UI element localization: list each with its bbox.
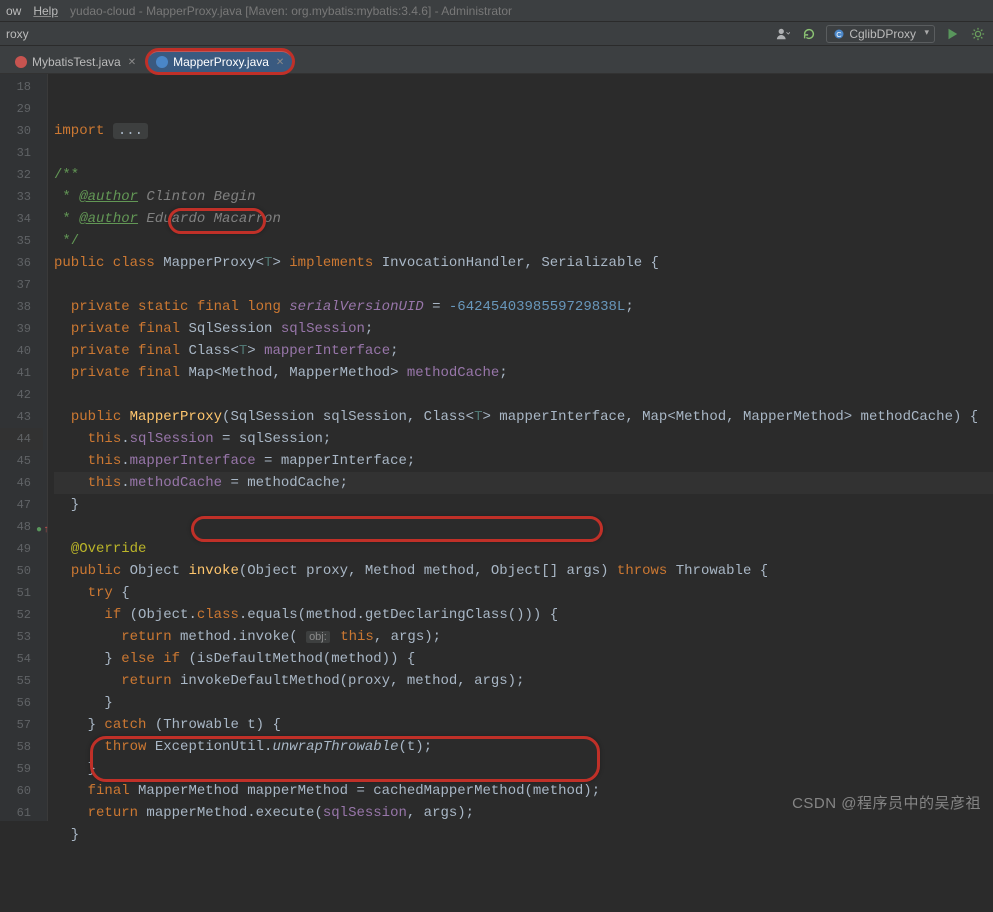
gutter: 1829303132333435363738394041424344454647… [0,74,48,821]
tab-label: MapperProxy.java [173,55,269,69]
code-line[interactable]: import ... [54,120,993,142]
line-number: 37 [0,274,43,296]
line-number: 46 [0,472,43,494]
code-line[interactable] [54,142,993,164]
code-line[interactable]: } [54,824,993,846]
code-line[interactable]: @Override [54,538,993,560]
line-number: 29 [0,98,43,120]
tab-MapperProxyjava[interactable]: MapperProxy.java ✕ [147,50,293,73]
code-line[interactable]: /** [54,164,993,186]
line-number: 52 [0,604,43,626]
file-icon [15,56,27,68]
code-area[interactable]: import ... /** * @author Clinton Begin * … [48,74,993,821]
code-line[interactable]: public Object invoke(Object proxy, Metho… [54,560,993,582]
code-line[interactable] [54,384,993,406]
code-line[interactable] [54,516,993,538]
code-line[interactable]: return method.invoke( obj: this, args); [54,626,993,648]
line-number: 49 [0,538,43,560]
line-number: 53 [0,626,43,648]
line-number: 18 [0,76,43,98]
gear-icon[interactable] [969,25,987,43]
watermark: CSDN @程序员中的吴彦祖 [792,793,981,815]
code-line[interactable]: this.sqlSession = sqlSession; [54,428,993,450]
line-number: 44 [0,428,43,450]
breadcrumb[interactable]: roxy [6,27,29,41]
line-number: 42 [0,384,43,406]
line-number: 33 [0,186,43,208]
close-icon[interactable]: ✕ [276,57,284,68]
code-line[interactable]: this.mapperInterface = mapperInterface; [54,450,993,472]
line-number: 48●↑ [0,516,43,538]
tab-MybatisTestjava[interactable]: MybatisTest.java ✕ [6,51,145,73]
run-config-select[interactable]: C CglibDProxy [826,25,935,43]
line-number: 50 [0,560,43,582]
code-line[interactable]: if (Object.class.equals(method.getDeclar… [54,604,993,626]
code-line[interactable]: * @author Eduardo Macarron [54,208,993,230]
navbar: roxy C CglibDProxy [0,22,993,46]
code-line[interactable]: private final Map<Method, MapperMethod> … [54,362,993,384]
param-hint: obj: [306,631,330,643]
editor-tabs: MybatisTest.java ✕ MapperProxy.java ✕ [0,46,993,74]
menubar: ow Help yudao-cloud - MapperProxy.java [… [0,0,993,22]
line-number: 30 [0,120,43,142]
code-line[interactable]: private static final long serialVersionU… [54,296,993,318]
line-number: 57 [0,714,43,736]
code-line[interactable]: } [54,692,993,714]
code-line[interactable]: public MapperProxy(SqlSession sqlSession… [54,406,993,428]
fold-ellipsis[interactable]: ... [113,123,148,139]
window-title: yudao-cloud - MapperProxy.java [Maven: o… [70,4,512,18]
code-line[interactable]: return invokeDefaultMethod(proxy, method… [54,670,993,692]
code-line[interactable]: public class MapperProxy<T> implements I… [54,252,993,274]
line-number: 34 [0,208,43,230]
code-line[interactable]: private final SqlSession sqlSession; [54,318,993,340]
line-number: 43 [0,406,43,428]
run-icon[interactable] [943,25,961,43]
line-number: 55 [0,670,43,692]
code-line[interactable]: } [54,758,993,780]
file-icon [156,56,168,68]
line-number: 60 [0,780,43,802]
line-number: 47 [0,494,43,516]
code-line[interactable]: try { [54,582,993,604]
editor: 1829303132333435363738394041424344454647… [0,74,993,821]
code-line[interactable]: throw ExceptionUtil.unwrapThrowable(t); [54,736,993,758]
user-drop-icon[interactable] [774,25,792,43]
code-line[interactable]: } [54,494,993,516]
line-number: 51 [0,582,43,604]
line-number: 56 [0,692,43,714]
svg-text:C: C [837,30,843,39]
code-line[interactable]: * @author Clinton Begin [54,186,993,208]
code-line[interactable]: } else if (isDefaultMethod(method)) { [54,648,993,670]
line-number: 58 [0,736,43,758]
code-line[interactable]: private final Class<T> mapperInterface; [54,340,993,362]
line-number: 39 [0,318,43,340]
code-line[interactable]: */ [54,230,993,252]
close-icon[interactable]: ✕ [128,57,136,68]
line-number: 38 [0,296,43,318]
line-number: 40 [0,340,43,362]
line-number: 54 [0,648,43,670]
tab-label: MybatisTest.java [32,55,121,69]
line-number: 36 [0,252,43,274]
line-number: 59 [0,758,43,780]
code-line[interactable] [54,846,993,868]
line-number: 45 [0,450,43,472]
menu-window[interactable]: ow [6,4,21,18]
line-number: 35 [0,230,43,252]
line-number: 41 [0,362,43,384]
code-line[interactable] [54,274,993,296]
code-line[interactable]: this.methodCache = methodCache; [54,472,993,494]
menu-help[interactable]: Help [33,4,58,18]
code-line[interactable]: } catch (Throwable t) { [54,714,993,736]
vcs-refresh-icon[interactable] [800,25,818,43]
line-number: 32 [0,164,43,186]
line-number: 31 [0,142,43,164]
